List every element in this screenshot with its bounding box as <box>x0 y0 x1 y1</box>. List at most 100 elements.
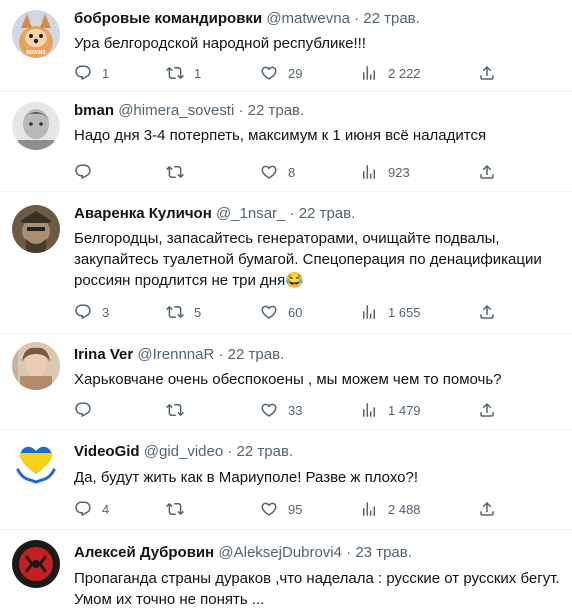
retweet-button[interactable] <box>166 400 194 420</box>
like-count: 29 <box>288 65 303 81</box>
tweet-reply[interactable]: BRAINS бобровые командировки @matwevna ·… <box>0 0 572 92</box>
views-icon <box>360 64 378 82</box>
user-handle[interactable]: @himera_sovesti <box>118 102 234 119</box>
tweet-reply[interactable]: Алексей Дубровин @AleksejDubrovi4 · 23 т… <box>0 530 572 612</box>
tweet-date[interactable]: 22 трав. <box>237 443 294 460</box>
user-handle[interactable]: @AleksejDubrovi4 <box>218 544 342 561</box>
tweet-reply[interactable]: bman @himera_sovesti · 22 трав. Надо дня… <box>0 92 572 192</box>
like-icon <box>260 163 278 181</box>
retweet-button[interactable] <box>166 162 194 182</box>
views-count: 2 222 <box>388 65 421 81</box>
user-handle[interactable]: @gid_video <box>144 443 223 460</box>
like-icon <box>260 401 278 419</box>
action-bar: 8 923 <box>74 162 564 182</box>
views-count: 923 <box>388 164 410 180</box>
tweet-header: Irina Ver @IrennnaR · 22 трав. <box>74 345 284 365</box>
separator-dot: · <box>346 544 352 561</box>
display-name[interactable]: Алексей Дубровин <box>74 544 214 561</box>
views-button[interactable]: 1 479 <box>360 400 421 420</box>
tweet-text: Да, будут жить как в Мариуполе! Разве ж … <box>74 469 419 486</box>
reply-icon <box>74 401 92 419</box>
user-handle[interactable]: @_1nsar_ <box>216 205 285 222</box>
avatar[interactable] <box>12 342 60 390</box>
retweet-icon <box>166 303 184 321</box>
action-bar: 3 5 60 1 655 <box>74 302 564 322</box>
views-button[interactable]: 1 655 <box>360 302 421 322</box>
retweet-button[interactable] <box>166 499 194 519</box>
avatar[interactable] <box>12 438 60 486</box>
action-bar: 4 95 2 488 <box>74 499 564 519</box>
reply-icon <box>74 64 92 82</box>
avatar[interactable] <box>12 540 60 588</box>
reply-count: 1 <box>102 65 110 81</box>
share-button[interactable] <box>478 400 506 420</box>
reply-icon <box>74 303 92 321</box>
like-count: 95 <box>288 501 303 517</box>
views-icon <box>360 163 378 181</box>
reply-button[interactable]: 1 <box>74 63 109 83</box>
views-button[interactable]: 923 <box>360 162 410 182</box>
display-name[interactable]: bman <box>74 102 114 119</box>
retweet-button[interactable]: 5 <box>166 302 201 322</box>
tweet-header: Алексей Дубровин @AleksejDubrovi4 · 23 т… <box>74 543 412 563</box>
views-count: 1 655 <box>388 304 421 320</box>
user-handle[interactable]: @matwevna <box>266 10 350 27</box>
like-button[interactable]: 95 <box>260 499 302 519</box>
avatar[interactable]: BRAINS <box>12 10 60 58</box>
tweet-header: VideoGid @gid_video · 22 трав. <box>74 442 293 462</box>
like-button[interactable]: 8 <box>260 162 295 182</box>
like-button[interactable]: 33 <box>260 400 302 420</box>
avatar[interactable] <box>12 205 60 253</box>
separator-dot: · <box>354 10 360 27</box>
action-bar: 33 1 479 <box>74 400 564 420</box>
separator-dot: · <box>218 346 224 363</box>
reply-button[interactable]: 3 <box>74 302 109 322</box>
tweet-reply[interactable]: VideoGid @gid_video · 22 трав. Да, будут… <box>0 430 572 530</box>
tweet-reply[interactable]: Аваренка Куличон @_1nsar_ · 22 трав. Бел… <box>0 192 572 334</box>
views-button[interactable]: 2 488 <box>360 499 421 519</box>
like-button[interactable]: 29 <box>260 63 302 83</box>
tweet-date[interactable]: 22 трав. <box>248 102 305 119</box>
share-icon <box>478 401 496 419</box>
views-icon <box>360 500 378 518</box>
reply-count: 3 <box>102 304 110 320</box>
separator-dot: · <box>238 102 244 119</box>
tweet-date[interactable]: 22 трав. <box>228 346 285 363</box>
reply-count: 4 <box>102 501 110 517</box>
views-icon <box>360 401 378 419</box>
share-icon <box>478 500 496 518</box>
display-name[interactable]: VideoGid <box>74 443 140 460</box>
share-icon <box>478 64 496 82</box>
views-icon <box>360 303 378 321</box>
display-name[interactable]: Irina Ver <box>74 346 133 363</box>
tweet-text: Харьковчане очень обеспокоены , мы можем… <box>74 371 502 388</box>
like-button[interactable]: 60 <box>260 302 302 322</box>
tweet-date[interactable]: 22 трав. <box>363 10 420 27</box>
display-name[interactable]: бобровые командировки <box>74 10 262 27</box>
views-count: 1 479 <box>388 402 421 418</box>
retweet-count: 5 <box>194 304 202 320</box>
share-button[interactable] <box>478 162 506 182</box>
tweet-date[interactable]: 22 трав. <box>299 205 356 222</box>
action-bar: 1 1 29 2 222 <box>74 63 564 83</box>
reply-button[interactable] <box>74 400 102 420</box>
share-button[interactable] <box>478 499 506 519</box>
retweet-count: 1 <box>194 65 202 81</box>
retweet-button[interactable]: 1 <box>166 63 201 83</box>
display-name[interactable]: Аваренка Куличон <box>74 205 212 222</box>
like-count: 60 <box>288 304 303 320</box>
share-button[interactable] <box>478 63 506 83</box>
like-icon <box>260 64 278 82</box>
views-count: 2 488 <box>388 501 421 517</box>
separator-dot: · <box>289 205 295 222</box>
avatar[interactable] <box>12 102 60 150</box>
share-button[interactable] <box>478 302 506 322</box>
reply-button[interactable]: 4 <box>74 499 109 519</box>
user-handle[interactable]: @IrennnaR <box>137 346 214 363</box>
tweet-reply[interactable]: Irina Ver @IrennnaR · 22 трав. Харьковча… <box>0 334 572 430</box>
reply-icon <box>74 163 92 181</box>
reply-button[interactable] <box>74 162 102 182</box>
tweet-date[interactable]: 23 трав. <box>355 544 412 561</box>
like-icon <box>260 303 278 321</box>
views-button[interactable]: 2 222 <box>360 63 421 83</box>
